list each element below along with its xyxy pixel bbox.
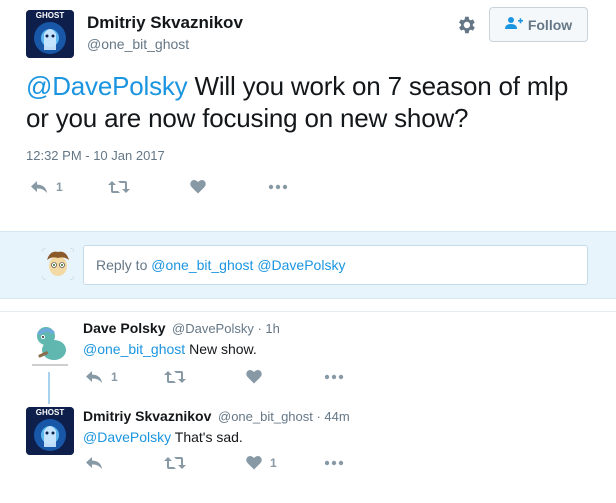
like-action[interactable] (190, 179, 206, 194)
reply-icon (86, 457, 102, 469)
current-user-avatar (42, 248, 74, 280)
more-dots-icon (324, 460, 344, 466)
reply-1-more-action[interactable] (324, 374, 344, 380)
main-tweet: GHOST Dmitriy Skvaznikov @one_bit_ghost … (0, 0, 616, 230)
reply-author-name[interactable]: Dmitriy Skvaznikov (83, 408, 211, 424)
reply-handle-time[interactable]: @one_bit_ghost · 44m (218, 409, 350, 424)
author-avatar[interactable]: GHOST (26, 10, 74, 58)
reply-count: 1 (56, 180, 63, 194)
reply-2-retweet-action[interactable] (164, 456, 186, 470)
reply-body: New show. (185, 341, 257, 357)
reply-placeholder: Reply to (96, 257, 152, 273)
reply-icon (86, 371, 102, 383)
retweet-action[interactable] (108, 180, 130, 194)
heart-icon (190, 179, 206, 194)
more-dots-icon (268, 184, 288, 190)
reply-bar: Reply to @one_bit_ghost @DavePolsky (0, 231, 616, 299)
avatar-logo-text: GHOST (36, 408, 65, 417)
reply-placeholder-mentions: @one_bit_ghost @DavePolsky (151, 257, 346, 273)
retweet-icon (164, 457, 186, 469)
thread-connector-line (48, 372, 50, 404)
reply-action[interactable]: 1 (30, 180, 63, 194)
reply-count: 1 (111, 370, 118, 384)
add-user-icon (504, 16, 523, 33)
follow-button[interactable]: Follow (489, 7, 588, 42)
reply-2-more-action[interactable] (324, 460, 344, 466)
reply-2-reply-action[interactable] (85, 456, 111, 470)
author-handle[interactable]: @one_bit_ghost (87, 36, 189, 52)
reply-avatar-ghost[interactable]: GHOST (26, 407, 74, 455)
divider (0, 311, 616, 312)
reply-body: That's sad. (171, 429, 243, 445)
like-count: 1 (270, 455, 277, 470)
reply-icon (31, 181, 47, 193)
gear-icon[interactable] (455, 14, 477, 36)
retweet-icon (164, 371, 186, 383)
reply-mention-link[interactable]: @one_bit_ghost (83, 341, 185, 357)
more-action[interactable] (268, 184, 288, 190)
reply-avatar-dave[interactable] (26, 320, 74, 368)
reply-author-name[interactable]: Dave Polsky (83, 320, 166, 336)
heart-icon (246, 369, 262, 384)
tweet-timestamp[interactable]: 12:32 PM - 10 Jan 2017 (26, 148, 165, 163)
more-dots-icon (324, 374, 344, 380)
reply-1-reply-action[interactable]: 1 (85, 370, 118, 384)
reply-1-retweet-action[interactable] (164, 370, 186, 384)
follow-label: Follow (527, 16, 573, 33)
author-name[interactable]: Dmitriy Skvaznikov (87, 13, 243, 33)
avatar-logo-text: GHOST (36, 11, 65, 20)
heart-icon (246, 455, 262, 470)
reply-input[interactable]: Reply to @one_bit_ghost @DavePolsky (83, 245, 588, 285)
reply-2-like-action[interactable]: 1 (246, 455, 277, 470)
reply-text: @DavePolsky That's sad. (83, 429, 243, 445)
reply-mention-link[interactable]: @DavePolsky (83, 429, 171, 445)
reply-1-like-action[interactable] (246, 369, 262, 384)
tweet-text: @DavePolsky Will you work on 7 season of… (26, 70, 596, 134)
reply-handle-time[interactable]: @DavePolsky · 1h (172, 321, 280, 336)
retweet-icon (108, 181, 130, 193)
reply-text: @one_bit_ghost New show. (83, 341, 257, 357)
tweet-mention-link[interactable]: @DavePolsky (26, 71, 188, 101)
